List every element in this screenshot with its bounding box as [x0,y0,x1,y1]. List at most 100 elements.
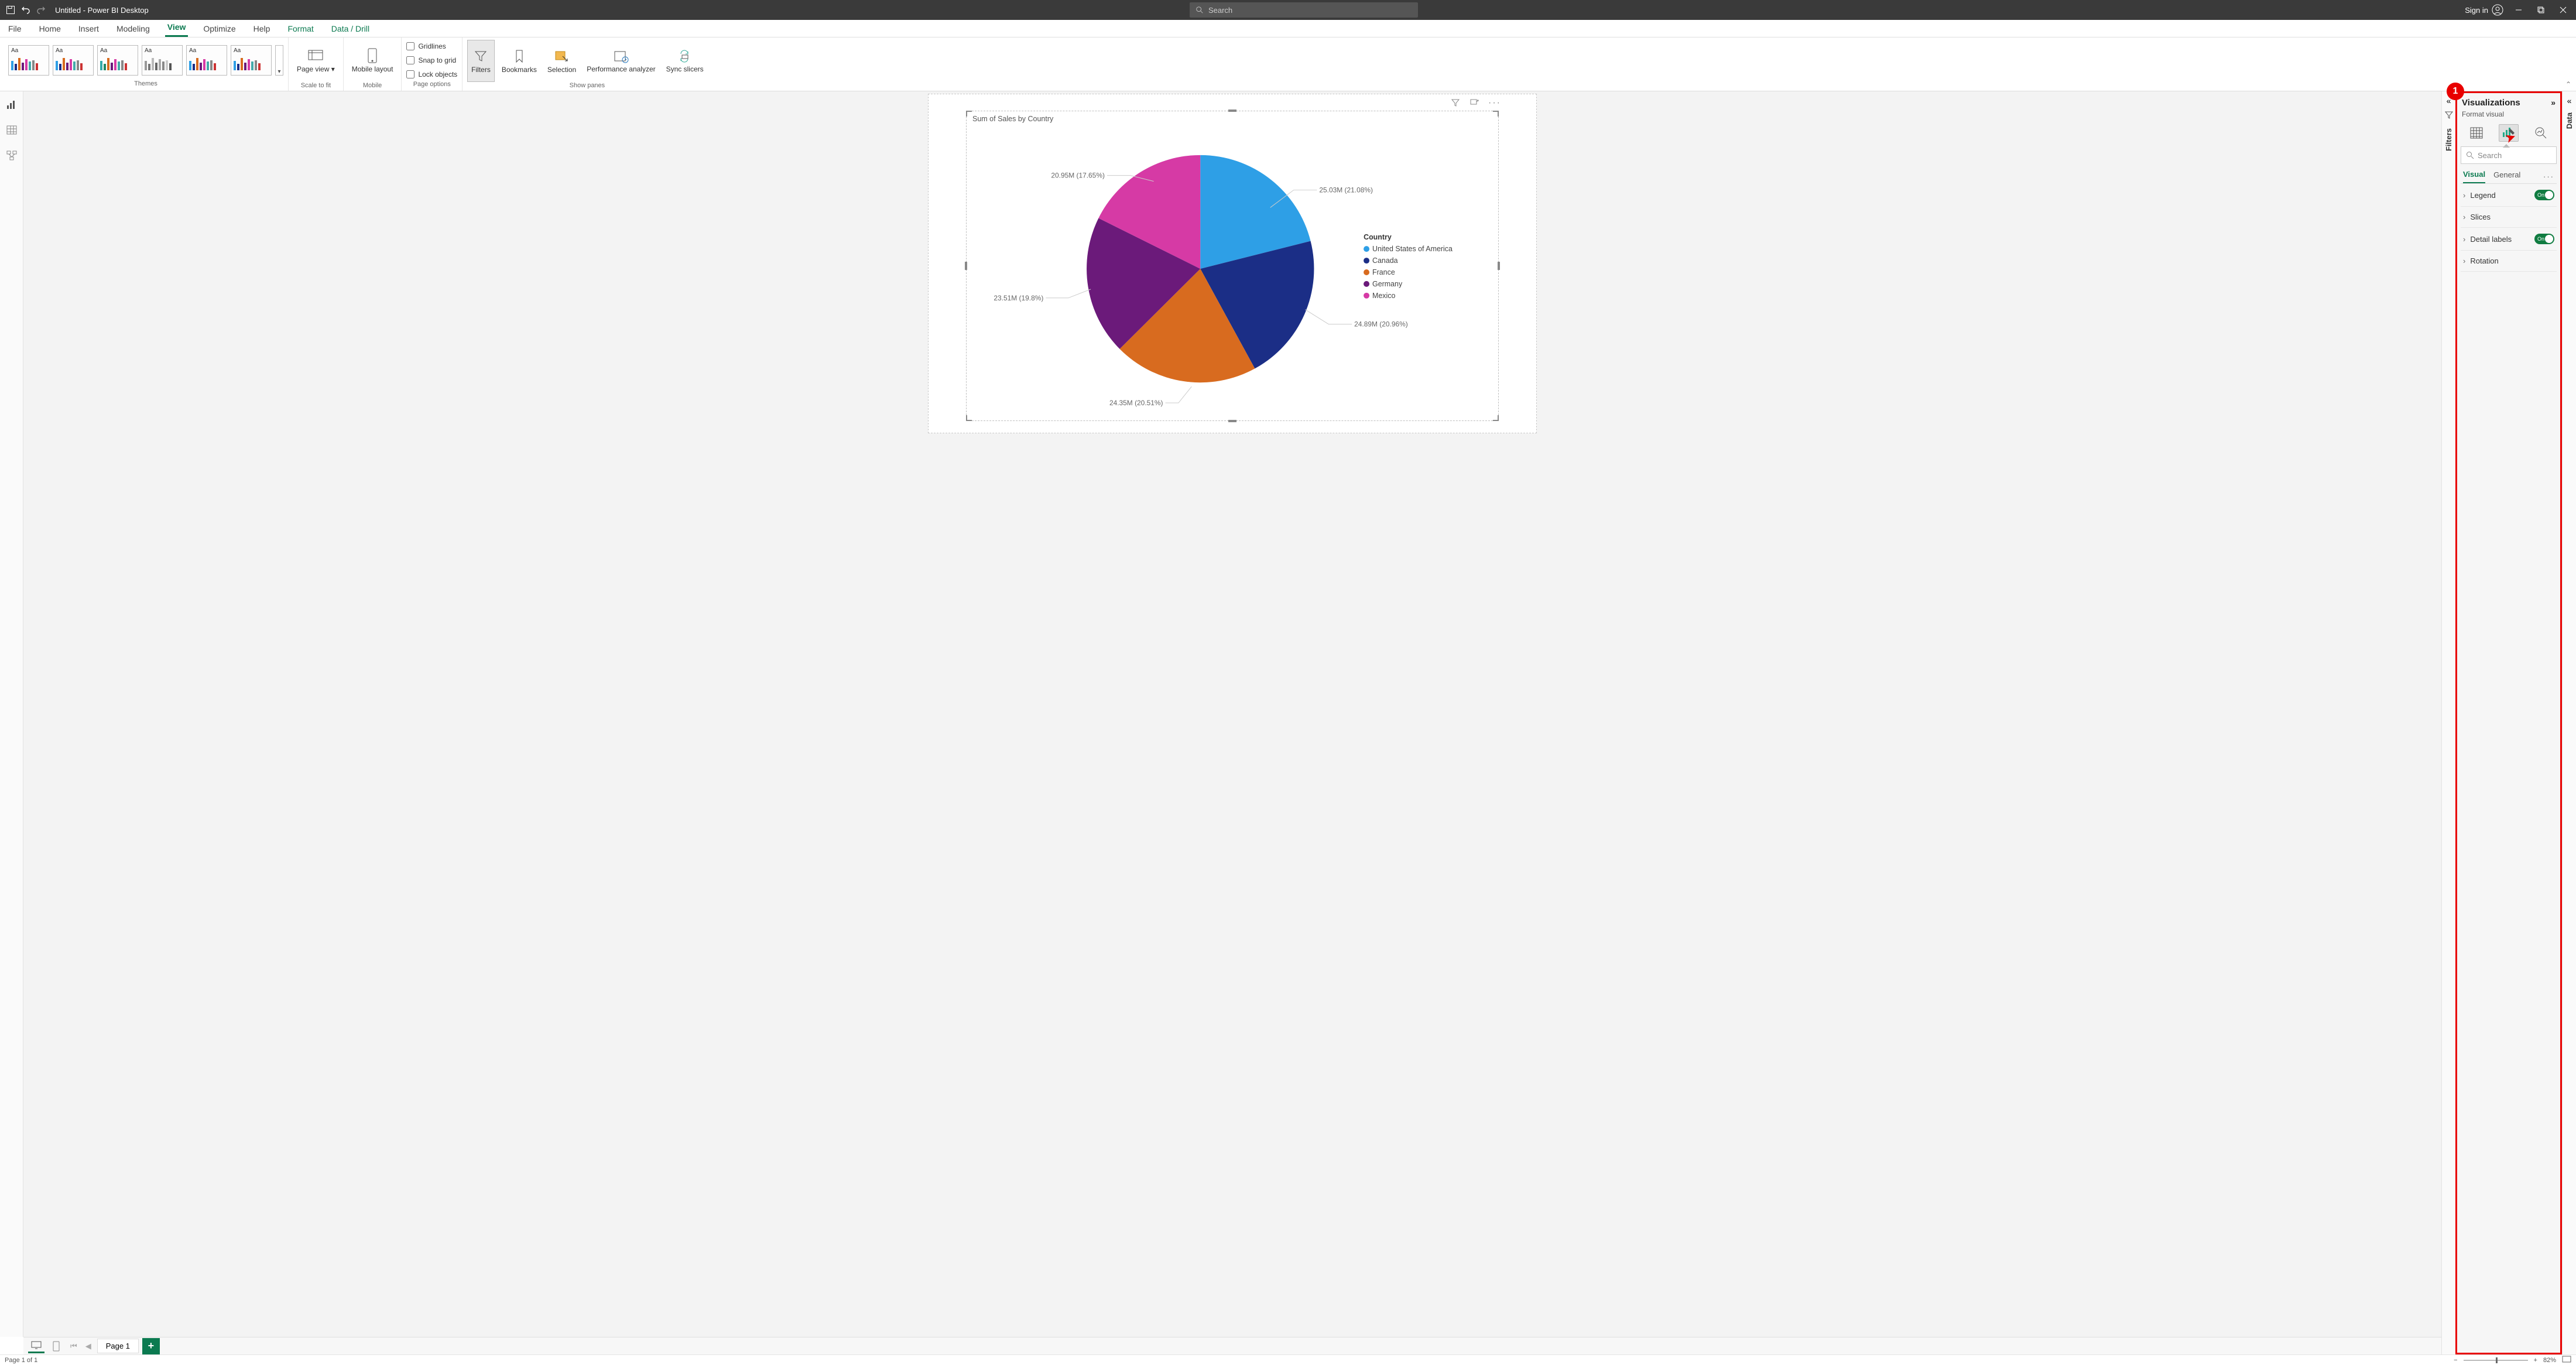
tab-insert[interactable]: Insert [76,22,101,37]
legend-item[interactable]: Germany [1372,280,1403,288]
subtab-visual[interactable]: Visual [2463,170,2485,183]
fit-page-button[interactable] [2562,1356,2571,1364]
legend-item[interactable]: Mexico [1372,292,1395,300]
legend-item[interactable]: United States of America [1372,245,1453,253]
tab-view[interactable]: View [165,20,189,37]
mobile-icon [363,48,382,64]
report-page-canvas[interactable]: ··· Sum of Sales by Country 25.03M (21.0… [928,94,1537,433]
maximize-button[interactable] [2534,3,2548,17]
filters-pane-button[interactable]: Filters [467,40,495,82]
ribbon-group-themes: Aa Aa Aa Aa Aa Aa ▾ Themes [4,37,289,91]
format-card-legend[interactable]: › Legend On [2461,184,2557,207]
collapse-viz-icon[interactable] [2551,98,2556,108]
legend-item[interactable]: Canada [1372,256,1398,265]
resize-handle[interactable] [1493,111,1499,117]
data-view-button[interactable] [5,123,19,137]
close-button[interactable] [2556,3,2570,17]
tab-help[interactable]: Help [251,22,273,37]
mobile-layout-button[interactable]: Mobile layout [348,40,397,82]
mobile-layout-toggle[interactable] [48,1339,64,1353]
add-page-button[interactable]: + [142,1338,160,1354]
analytics-button[interactable] [2531,124,2551,142]
format-search[interactable]: Search [2461,146,2557,164]
selection-icon [553,48,571,64]
desktop-layout-button[interactable] [28,1339,44,1353]
theme-dropdown[interactable]: ▾ [275,45,283,76]
legend-swatch [1364,269,1369,275]
page-nav-prev[interactable]: ◀ [83,1342,94,1351]
redo-icon[interactable] [36,5,46,15]
theme-swatch[interactable]: Aa [186,45,227,76]
data-label: 20.95M (17.65%) [1051,172,1105,180]
tab-datadrill[interactable]: Data / Drill [329,22,372,37]
lock-checkbox[interactable]: Lock objects [406,68,457,81]
resize-handle[interactable] [1493,415,1499,421]
sync-icon [676,48,694,64]
expand-data-icon[interactable] [2567,96,2572,107]
global-search[interactable]: Search [1190,2,1418,18]
user-icon [2492,4,2503,16]
filters-pane-collapsed[interactable]: Filters [2441,91,2455,1354]
resize-handle[interactable] [1228,110,1236,112]
page-tab-1[interactable]: Page 1 [97,1339,139,1353]
visual-more-icon[interactable]: ··· [1488,98,1501,110]
legend-item[interactable]: France [1372,268,1395,276]
tab-home[interactable]: Home [37,22,63,37]
legend-swatch [1364,281,1369,287]
bookmarks-pane-button[interactable]: Bookmarks [498,40,540,82]
data-pane-collapsed[interactable]: Data [2562,91,2576,1354]
theme-swatch[interactable]: Aa [8,45,49,76]
tab-format[interactable]: Format [285,22,316,37]
bookmark-icon [510,48,529,64]
resize-handle[interactable] [966,415,972,421]
visual-filter-icon[interactable] [1451,98,1460,110]
page-tabs-bar: ⏮ ◀ Page 1 + [23,1337,2441,1354]
theme-swatch[interactable]: Aa [142,45,183,76]
signin-button[interactable]: Sign in [2465,4,2503,16]
performance-icon [612,48,631,64]
viz-pane-title: Visualizations [2462,98,2520,108]
theme-swatch[interactable]: Aa [231,45,272,76]
zoom-out-button[interactable]: − [2454,1357,2457,1364]
resize-handle[interactable] [966,111,972,117]
subtab-general[interactable]: General [2493,170,2520,183]
pie-chart-visual[interactable]: Sum of Sales by Country 25.03M (21.08%)2… [966,111,1499,421]
ribbon: Aa Aa Aa Aa Aa Aa ▾ Themes Page view ▾ S… [0,37,2576,91]
data-label: 25.03M (21.08%) [1319,186,1373,194]
resize-handle[interactable] [965,262,967,270]
ribbon-collapse-icon[interactable]: ⌃ [2565,80,2571,88]
selection-pane-button[interactable]: Selection [544,40,580,82]
tab-optimize[interactable]: Optimize [201,22,238,37]
theme-swatch[interactable]: Aa [97,45,138,76]
chevron-right-icon: › [2463,256,2465,265]
format-card-rotation[interactable]: › Rotation [2461,251,2557,272]
report-view-button[interactable] [5,97,19,111]
tab-modeling[interactable]: Modeling [114,22,152,37]
zoom-slider[interactable] [2464,1360,2528,1361]
legend-toggle[interactable]: On [2534,190,2554,200]
minimize-button[interactable] [2512,3,2526,17]
format-card-slices[interactable]: › Slices [2461,207,2557,228]
build-visual-button[interactable] [2467,124,2486,142]
resize-handle[interactable] [1498,262,1500,270]
save-icon[interactable] [6,5,15,15]
group-label-mobile: Mobile [363,82,382,90]
visual-focus-icon[interactable] [1469,98,1479,110]
chevron-right-icon: › [2463,213,2465,221]
zoom-in-button[interactable]: + [2534,1357,2537,1364]
detail-labels-toggle[interactable]: On [2534,234,2554,244]
group-label-pageopts: Page options [413,81,451,89]
page-nav-first[interactable]: ⏮ [68,1342,80,1351]
subtab-more[interactable]: ··· [2543,172,2554,181]
page-view-button[interactable]: Page view ▾ [293,40,338,82]
theme-swatch[interactable]: Aa [53,45,94,76]
sync-slicers-button[interactable]: Sync slicers [663,40,707,82]
model-view-button[interactable] [5,149,19,163]
undo-icon[interactable] [21,5,30,15]
performance-pane-button[interactable]: Performance analyzer [583,40,659,82]
resize-handle[interactable] [1228,420,1236,422]
tab-file[interactable]: File [6,22,24,37]
gridlines-checkbox[interactable]: Gridlines [406,40,446,53]
format-card-detail-labels[interactable]: › Detail labels On [2461,228,2557,251]
snap-checkbox[interactable]: Snap to grid [406,54,456,67]
